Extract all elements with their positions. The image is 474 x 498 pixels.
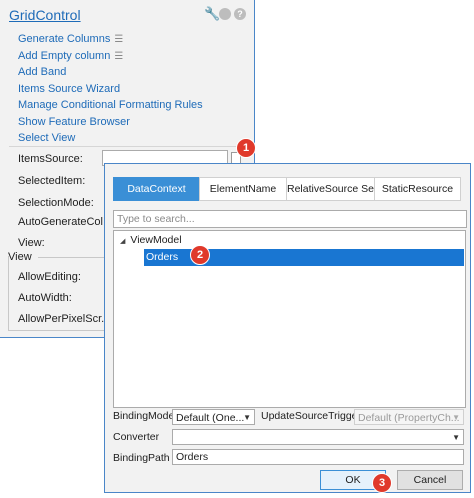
divider <box>9 146 249 147</box>
tab-staticresource[interactable]: StaticResource <box>374 177 461 201</box>
tab-elementname[interactable]: ElementName <box>199 177 287 201</box>
bindingpath-input[interactable]: Orders <box>172 449 464 465</box>
property-label-allowperpixelscrolling: AllowPerPixelScr... <box>18 313 111 325</box>
add-band-link[interactable]: Add Band <box>18 64 203 81</box>
binding-source-tabs: DataContext ElementName RelativeSource S… <box>113 177 461 201</box>
tab-datacontext[interactable]: DataContext <box>113 177 200 201</box>
updatesourcetrigger-label: UpdateSourceTrigger <box>261 410 361 422</box>
help-icon[interactable]: ? <box>234 8 246 20</box>
expand-triangle-icon[interactable]: ◢ <box>120 238 125 245</box>
binding-editor-popup: DataContext ElementName RelativeSource S… <box>104 163 471 493</box>
panel-title: GridControl <box>9 7 81 23</box>
pin-icon[interactable]: ☰ <box>114 34 123 45</box>
source-tree[interactable]: ◢ ViewModel Orders <box>113 230 466 408</box>
step-badge-2: 2 <box>190 245 210 265</box>
generate-columns-link[interactable]: Generate Columns ☰ <box>18 31 203 48</box>
updatesourcetrigger-select[interactable]: Default (PropertyCh... ▼ <box>354 409 464 425</box>
action-links: Generate Columns ☰ Add Empty column ☰ Add … <box>18 31 203 147</box>
chevron-down-icon: ▼ <box>243 413 251 422</box>
bindingmode-select[interactable]: Default (One... ▼ <box>172 409 255 425</box>
property-label-itemssource: ItemsSource: <box>18 153 83 165</box>
wrench-icon[interactable]: 🔧 <box>204 7 220 20</box>
show-feature-browser-link[interactable]: Show Feature Browser <box>18 114 203 131</box>
manage-conditional-formatting-link[interactable]: Manage Conditional Formatting Rules <box>18 97 203 114</box>
property-label-autogeneratecolumns: AutoGenerateCol... <box>18 216 113 228</box>
panel-icons: 🔧 ? <box>204 7 246 20</box>
step-badge-1: 1 <box>236 138 256 158</box>
items-source-wizard-link[interactable]: Items Source Wizard <box>18 81 203 98</box>
search-input[interactable]: Type to search... <box>113 210 467 228</box>
property-label-view: View: <box>18 237 45 249</box>
chevron-down-icon: ▼ <box>452 413 460 422</box>
add-empty-column-link[interactable]: Add Empty column ☰ <box>18 48 203 65</box>
step-badge-3: 3 <box>372 473 392 493</box>
property-label-selecteditem: SelectedItem: <box>18 175 86 187</box>
cancel-button[interactable]: Cancel <box>397 470 463 490</box>
converter-label: Converter <box>113 431 160 443</box>
chevron-down-icon: ▼ <box>452 433 460 442</box>
converter-select[interactable]: ▼ <box>172 429 464 445</box>
select-view-link[interactable]: Select View <box>18 130 203 147</box>
property-label-allowediting: AllowEditing: <box>18 271 81 283</box>
bindingpath-label: BindingPath <box>113 452 170 464</box>
tree-node-viewmodel[interactable]: ◢ ViewModel <box>120 234 182 246</box>
bindingmode-label: BindingMode <box>113 410 175 422</box>
pin-icon[interactable]: ☰ <box>114 51 123 62</box>
property-label-selectionmode: SelectionMode: <box>18 197 94 209</box>
gear-icon[interactable] <box>219 8 231 20</box>
property-label-autowidth: AutoWidth: <box>18 292 72 304</box>
tab-relativesource-self[interactable]: RelativeSource Self <box>286 177 379 201</box>
